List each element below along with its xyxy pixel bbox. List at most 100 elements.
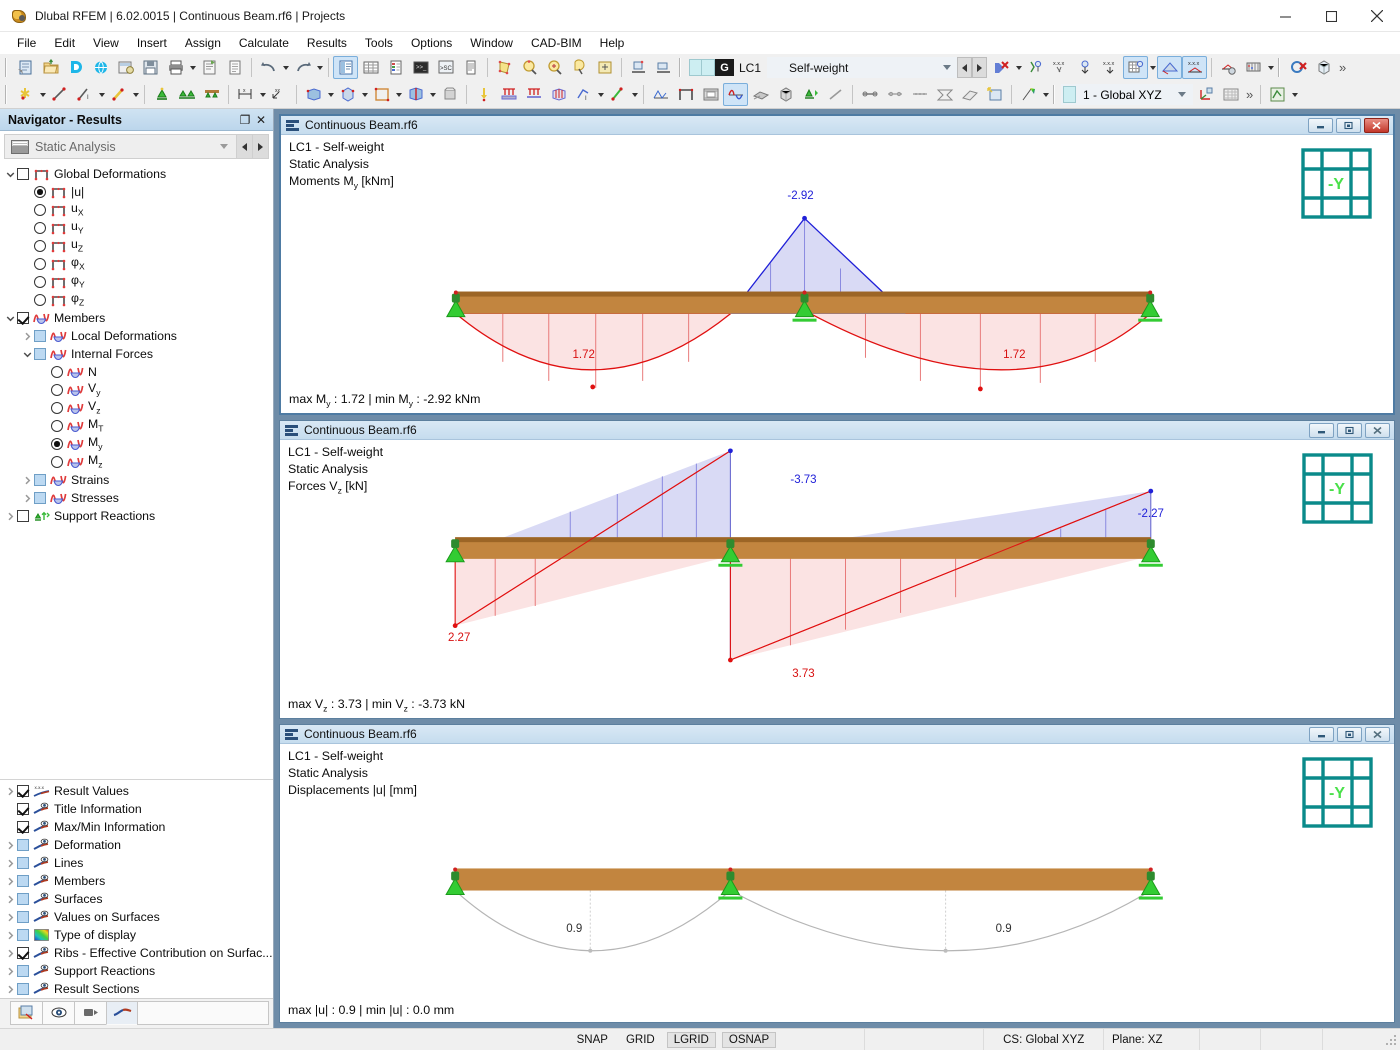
radio-button[interactable] — [51, 456, 63, 468]
new-member-button[interactable] — [106, 83, 131, 106]
result-table-caret[interactable] — [1148, 56, 1157, 79]
checkbox[interactable] — [17, 875, 29, 887]
design-add-on-button[interactable] — [1265, 83, 1290, 106]
new-member-support-button[interactable] — [199, 83, 224, 106]
radio-button[interactable] — [34, 276, 46, 288]
checkbox[interactable] — [17, 947, 29, 959]
new-line-support-button[interactable] — [174, 83, 199, 106]
diagram-panel-shear[interactable]: Continuous Beam.rf6 LC1 - Self-weight St… — [279, 420, 1395, 719]
result-table-button[interactable] — [1123, 56, 1148, 79]
radio-button[interactable] — [34, 240, 46, 252]
redo-button[interactable] — [290, 56, 315, 79]
radio-button[interactable] — [51, 438, 63, 450]
result-values-xxx-button[interactable]: x.x.x — [1048, 56, 1073, 79]
menu-tools[interactable]: Tools — [356, 34, 402, 52]
internal-forces-display-button[interactable] — [723, 83, 748, 106]
tree-item-u[interactable]: uY — [0, 219, 273, 237]
divisions-display-button[interactable] — [907, 83, 932, 106]
panel-minimize-button[interactable] — [1309, 727, 1334, 742]
menu-cad-bim[interactable]: CAD-BIM — [522, 34, 591, 52]
free-load-button[interactable]: I — [571, 83, 596, 106]
line-display-button[interactable] — [823, 83, 848, 106]
tree-item-title-information[interactable]: Title Information — [0, 800, 273, 818]
checkbox[interactable] — [17, 911, 29, 923]
project-manager-button[interactable] — [113, 56, 138, 79]
checkbox[interactable] — [34, 492, 46, 504]
checkbox[interactable] — [17, 929, 29, 941]
chevron-right-icon[interactable] — [21, 474, 34, 487]
toolbar-grip[interactable] — [5, 85, 10, 104]
dlubal-center-button[interactable] — [63, 56, 88, 79]
radio-button[interactable] — [34, 204, 46, 216]
pan-button[interactable] — [567, 56, 592, 79]
toolbar-grip[interactable] — [1053, 85, 1058, 104]
clear-selection-button[interactable] — [1286, 56, 1311, 79]
menu-window[interactable]: Window — [461, 34, 522, 52]
save-button[interactable] — [138, 56, 163, 79]
new-model-button[interactable] — [13, 56, 38, 79]
eccentricity-display-button[interactable] — [882, 83, 907, 106]
menu-help[interactable]: Help — [591, 34, 634, 52]
toolbar-overflow-2[interactable]: » — [1243, 87, 1256, 102]
tree-item-type-of-display[interactable]: Type of display — [0, 926, 273, 944]
snap-toggle[interactable]: SNAP — [571, 1033, 614, 1047]
load-case-selector[interactable]: G LC1 Self-weight — [689, 57, 987, 78]
menu-calculate[interactable]: Calculate — [230, 34, 298, 52]
checkbox[interactable] — [17, 312, 29, 324]
minimize-button[interactable] — [1262, 0, 1308, 32]
tree-item-strains[interactable]: Strains — [0, 471, 273, 489]
lgrid-toggle[interactable]: LGRID — [667, 1032, 716, 1048]
render-model-button[interactable] — [492, 56, 517, 79]
new-node-button[interactable] — [13, 83, 38, 106]
chevron-right-icon[interactable] — [4, 947, 17, 960]
grid-toggle[interactable]: GRID — [620, 1033, 661, 1047]
menu-file[interactable]: File — [8, 34, 45, 52]
panel-canvas-moments[interactable]: LC1 - Self-weight Static Analysis Moment… — [281, 135, 1393, 413]
load-case-next-button[interactable] — [972, 57, 987, 78]
animation-button[interactable] — [698, 83, 723, 106]
status-plane[interactable]: Plane: XZ — [1104, 1029, 1200, 1050]
imperfection-caret[interactable] — [630, 83, 639, 106]
tree-item-u[interactable]: |u| — [0, 183, 273, 201]
grid-settings-button[interactable] — [1218, 83, 1243, 106]
toolbar-grip[interactable] — [5, 58, 10, 77]
analysis-next-button[interactable] — [252, 135, 268, 158]
visibility-button[interactable] — [982, 83, 1007, 106]
print-dropdown-caret[interactable] — [188, 56, 197, 79]
chevron-right-icon[interactable] — [4, 785, 17, 798]
panel-button[interactable] — [458, 56, 483, 79]
menu-assign[interactable]: Assign — [176, 34, 230, 52]
checkbox[interactable] — [34, 348, 46, 360]
chevron-right-icon[interactable] — [4, 893, 17, 906]
result-value-single-button[interactable] — [1023, 56, 1048, 79]
undo-button[interactable] — [256, 56, 281, 79]
line-load-button[interactable] — [521, 83, 546, 106]
chevron-right-icon[interactable] — [4, 911, 17, 924]
colored-table-button[interactable] — [383, 56, 408, 79]
load-case-previous-button[interactable] — [957, 57, 972, 78]
tree-item-lines[interactable]: Lines — [0, 854, 273, 872]
dimension-button[interactable]: x — [233, 83, 258, 106]
printout-report-button[interactable] — [197, 56, 222, 79]
new-line-caret[interactable] — [97, 83, 106, 106]
print-button[interactable] — [163, 56, 188, 79]
diagram-panel-moments[interactable]: Continuous Beam.rf6 LC1 - Self-weight St… — [279, 114, 1395, 415]
menu-results[interactable]: Results — [298, 34, 356, 52]
radio-button[interactable] — [51, 402, 63, 414]
tree-item-v[interactable]: Vy — [0, 381, 273, 399]
tree-item-result-values[interactable]: x.x.xResult Values — [0, 782, 273, 800]
panel-minimize-button[interactable] — [1309, 423, 1334, 438]
section-display-button[interactable] — [957, 83, 982, 106]
panel-restore-button[interactable] — [1337, 727, 1362, 742]
tree-item-u[interactable]: uZ — [0, 237, 273, 255]
new-nodal-support-button[interactable] — [149, 83, 174, 106]
checkbox[interactable] — [17, 893, 29, 905]
design-add-on-caret[interactable] — [1290, 83, 1299, 106]
analysis-prev-button[interactable] — [236, 135, 252, 158]
radio-button[interactable] — [34, 294, 46, 306]
tree-item-ribs-effective-contribution-on-surfac[interactable]: Ribs - Effective Contribution on Surfac.… — [0, 944, 273, 962]
imperfection-button[interactable] — [605, 83, 630, 106]
render-box-button[interactable] — [1311, 56, 1336, 79]
color-scale-button[interactable] — [1016, 83, 1041, 106]
analysis-type-combo[interactable]: Static Analysis — [4, 134, 269, 159]
